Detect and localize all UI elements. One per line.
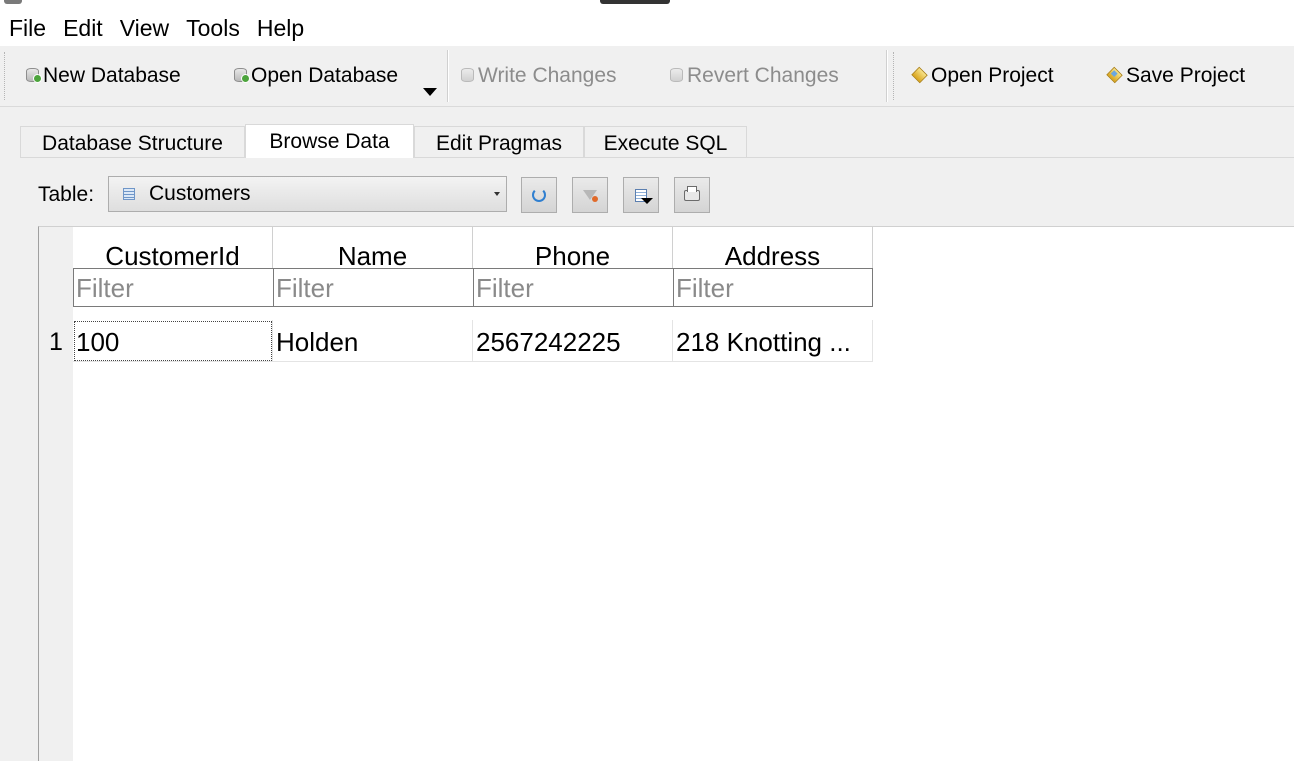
dropdown-arrow-icon: [641, 198, 653, 204]
chevron-down-icon: [494, 192, 500, 196]
open-project-button[interactable]: Open Project: [911, 60, 1054, 92]
table-icon: [123, 188, 135, 200]
filter-input-address[interactable]: Filter: [673, 268, 873, 307]
clear-filters-button[interactable]: [572, 177, 608, 213]
open-database-dropdown-arrow-icon[interactable]: [423, 88, 437, 96]
open-project-icon: [911, 66, 928, 84]
column-header-address[interactable]: Address: [673, 227, 873, 271]
open-database-icon: [234, 68, 250, 83]
menu-help[interactable]: Help: [248, 6, 312, 46]
tab-edit-pragmas[interactable]: Edit Pragmas: [414, 126, 584, 157]
table-label: Table:: [38, 183, 95, 206]
table-cell-name[interactable]: Holden: [273, 320, 473, 362]
tab-execute-sql[interactable]: Execute SQL: [584, 126, 747, 157]
write-changes-icon: [461, 68, 474, 82]
filter-input-customerid[interactable]: Filter: [73, 268, 274, 307]
menu-bar: File Edit View Tools Help: [0, 6, 1294, 46]
save-project-label: Save Project: [1126, 64, 1246, 87]
toolbar-separator: [447, 50, 449, 102]
tab-database-structure[interactable]: Database Structure: [20, 126, 245, 157]
app-icon: [4, 0, 22, 4]
column-header-name[interactable]: Name: [273, 227, 473, 271]
window-title-fragment: [600, 0, 670, 4]
clear-badge-icon: [592, 196, 598, 202]
tab-bar: Database Structure Browse Data Edit Prag…: [20, 124, 1294, 158]
toolbar-grip[interactable]: [4, 52, 6, 100]
table-cell-address[interactable]: 218 Knotting ...: [673, 320, 873, 362]
save-project-button[interactable]: Save Project: [1106, 60, 1246, 92]
refresh-icon: [532, 188, 546, 202]
write-changes-button[interactable]: Write Changes: [461, 60, 617, 92]
table-cell-phone[interactable]: 2567242225: [473, 320, 673, 362]
column-header-customerid[interactable]: CustomerId: [73, 227, 273, 271]
new-database-icon: [26, 68, 42, 83]
main-toolbar: New Database Open Database Write Changes…: [0, 46, 1294, 107]
menu-file[interactable]: File: [0, 6, 54, 46]
save-table-view-button[interactable]: [623, 177, 659, 213]
open-project-label: Open Project: [931, 64, 1054, 87]
table-cell-customerid[interactable]: 100: [73, 320, 273, 362]
main-area: Database Structure Browse Data Edit Prag…: [0, 107, 1294, 761]
filter-input-phone[interactable]: Filter: [473, 268, 674, 307]
app-window: File Edit View Tools Help New Database O…: [0, 0, 1294, 761]
data-grid[interactable]: CustomerId Name Phone Address Filter Fil…: [38, 226, 1294, 761]
table-select-value: Customers: [149, 182, 251, 205]
row-header-column: [39, 227, 73, 761]
filter-input-name[interactable]: Filter: [273, 268, 474, 307]
revert-changes-icon: [670, 68, 683, 82]
revert-changes-label: Revert Changes: [687, 64, 839, 87]
save-project-icon: [1106, 66, 1123, 84]
open-database-button[interactable]: Open Database: [234, 60, 398, 92]
refresh-button[interactable]: [521, 177, 557, 213]
tab-browse-data[interactable]: Browse Data: [245, 124, 414, 158]
print-button[interactable]: [674, 177, 710, 213]
revert-changes-button[interactable]: Revert Changes: [670, 60, 839, 92]
menu-tools[interactable]: Tools: [177, 6, 248, 46]
write-changes-label: Write Changes: [478, 64, 617, 87]
new-database-button[interactable]: New Database: [26, 60, 181, 92]
row-header[interactable]: 1: [39, 320, 73, 362]
table-select[interactable]: Customers: [108, 176, 507, 212]
toolbar-separator: [886, 50, 888, 102]
column-header-phone[interactable]: Phone: [473, 227, 673, 271]
new-database-label: New Database: [43, 64, 181, 87]
menu-edit[interactable]: Edit: [54, 6, 111, 46]
toolbar-grip[interactable]: [893, 52, 895, 100]
open-database-label: Open Database: [251, 64, 399, 87]
print-icon: [684, 185, 700, 201]
menu-view[interactable]: View: [111, 6, 177, 46]
